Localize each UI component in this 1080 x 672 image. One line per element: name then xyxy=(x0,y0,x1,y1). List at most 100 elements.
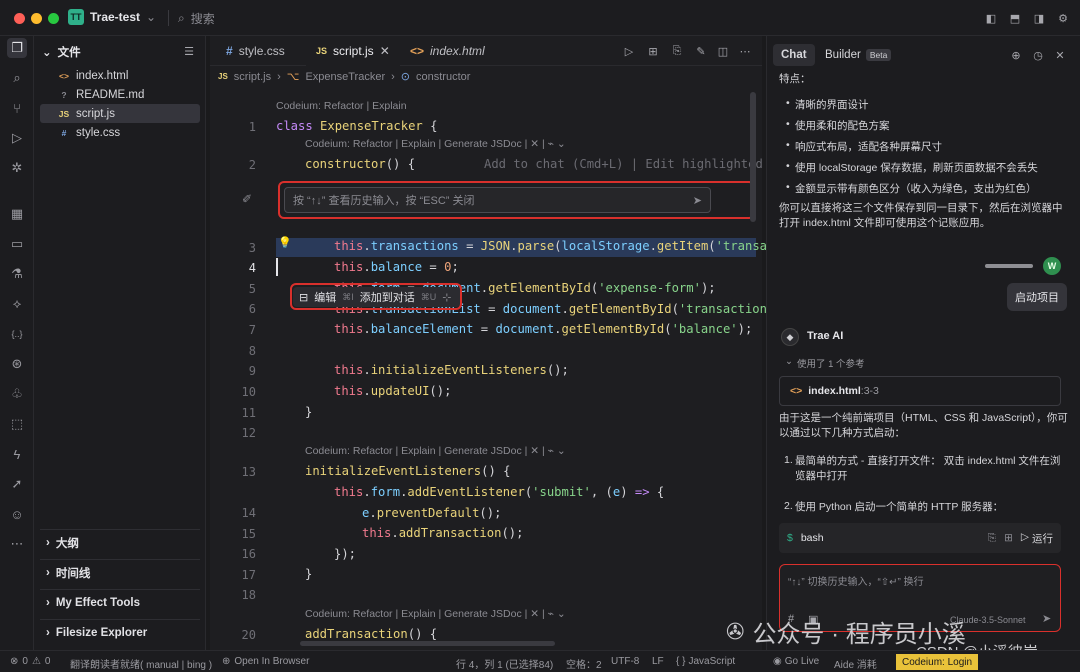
open-in-browser[interactable]: ⊕ Open In Browser xyxy=(222,656,309,667)
close-tab-icon[interactable]: ✕ xyxy=(380,44,390,58)
file-item-index-html[interactable]: <> index.html xyxy=(40,66,200,85)
outline-section[interactable]: › 大纲 xyxy=(40,529,200,555)
language-mode[interactable]: { } JavaScript xyxy=(676,656,735,667)
code-line: initializeEventListeners() { xyxy=(305,464,511,478)
settings-gear-icon[interactable]: ⚙ xyxy=(1056,11,1070,25)
testing-flask-icon[interactable]: ⚗ xyxy=(7,264,27,284)
history-icon[interactable]: ◷ xyxy=(1031,48,1045,62)
toggle-sidebar-icon[interactable]: ◧ xyxy=(984,11,998,25)
reference-card[interactable]: <> index.html:3-3 xyxy=(779,376,1061,406)
source-control-icon[interactable]: ⑂ xyxy=(7,98,27,118)
indentation[interactable]: 空格：2 xyxy=(566,656,602,671)
code-block-header: $ bash ⎘ ⊞ ▷ 运行 xyxy=(779,523,1061,553)
go-live[interactable]: ◉ Go Live xyxy=(773,656,819,667)
css-file-icon: # xyxy=(226,44,233,58)
rocket-icon[interactable]: ➚ xyxy=(7,474,27,494)
line-number: 18 xyxy=(241,588,256,602)
close-icon[interactable]: ✕ xyxy=(1053,48,1067,62)
split-editor-icon[interactable]: ◫ xyxy=(716,44,730,58)
vertical-scrollbar[interactable] xyxy=(750,92,756,222)
copy-icon[interactable]: ⎘ xyxy=(988,532,996,545)
codelens[interactable]: Codeium: Refactor | Explain xyxy=(276,100,407,112)
explorer-header[interactable]: ⌄ 文件 xyxy=(42,44,81,60)
lightbulb-icon[interactable]: 💡 xyxy=(278,236,292,249)
run-icon[interactable]: ▷ xyxy=(622,44,636,58)
line-number: 20 xyxy=(241,628,256,642)
explorer-icon[interactable]: ❐ xyxy=(7,38,27,58)
codelens[interactable]: Codeium: Refactor | Explain | Generate J… xyxy=(305,608,566,620)
code-line: this.balance = 0; xyxy=(334,260,459,274)
line-number: 6 xyxy=(248,302,256,316)
reference-file: index.html xyxy=(808,385,861,397)
chevron-right-icon: › xyxy=(46,566,50,579)
cursor-position[interactable]: 行 4，列 1 (已选择84) xyxy=(456,656,553,671)
explorer-options-icon[interactable]: ☰ xyxy=(182,44,196,58)
tab-index-html[interactable]: <> index.html xyxy=(400,36,495,66)
maximize-window-button[interactable] xyxy=(48,13,59,24)
problems-indicator[interactable]: ⊗ 0 ⚠ 0 xyxy=(10,656,50,667)
tab-chat[interactable]: Chat xyxy=(773,44,815,66)
chat-input-placeholder: “↑↓” 切换历史输入，“⇧↵” 换行 xyxy=(788,577,924,588)
global-search[interactable]: ⌕ 搜索 xyxy=(178,10,215,27)
line-number: 12 xyxy=(241,426,256,440)
tab-builder[interactable]: Builder Beta xyxy=(817,44,899,66)
codelens[interactable]: Codeium: Refactor | Explain | Generate J… xyxy=(305,138,566,150)
edit-pen-icon[interactable]: ✎ xyxy=(694,44,708,58)
inline-edit-icon: ✐ xyxy=(242,192,253,206)
line-number: 13 xyxy=(241,465,256,479)
code-line: }); xyxy=(334,547,357,561)
toggle-chat-icon[interactable]: ◨ xyxy=(1032,11,1046,25)
encoding[interactable]: UTF-8 xyxy=(611,656,639,667)
openai-icon[interactable]: ⊛ xyxy=(7,354,27,374)
json-braces-icon[interactable]: {..} xyxy=(7,324,27,344)
tab-script-js[interactable]: JS script.js ✕ xyxy=(306,36,400,66)
preview-book-icon[interactable]: ⊞ xyxy=(646,44,660,58)
eol[interactable]: LF xyxy=(652,656,664,667)
run-debug-icon[interactable]: ▷ xyxy=(7,128,27,148)
section-label: 大纲 xyxy=(55,537,79,550)
filesize-explorer-section[interactable]: › Filesize Explorer xyxy=(40,619,200,645)
horizontal-scrollbar[interactable] xyxy=(300,641,555,646)
search-icon[interactable]: ⌕ xyxy=(7,68,27,88)
aide-usage[interactable]: Aide 消耗 xyxy=(834,656,877,671)
timeline-section[interactable]: › 时间线 xyxy=(40,559,200,585)
breadcrumb: JS script.js › ⌥ ExpenseTracker › ⊙ cons… xyxy=(218,70,470,84)
close-window-button[interactable] xyxy=(14,13,25,24)
send-icon[interactable]: ➤ xyxy=(1042,612,1051,625)
globe-icon: ⊕ xyxy=(222,656,231,667)
file-item-readme[interactable]: ? README.md xyxy=(40,85,200,104)
effect-tools-section[interactable]: › My Effect Tools xyxy=(40,589,200,615)
run-button[interactable]: ▷ 运行 xyxy=(1021,531,1053,546)
tree-icon[interactable]: ♧ xyxy=(7,384,27,404)
new-chat-icon[interactable]: ⊕ xyxy=(1009,48,1023,62)
codeium-login[interactable]: Codeium: Login xyxy=(896,654,979,670)
breadcrumb-file[interactable]: script.js xyxy=(234,71,271,83)
insert-icon[interactable]: ⊞ xyxy=(1004,532,1013,544)
run-label: 运行 xyxy=(1032,532,1053,545)
reader-status[interactable]: 翻译朗读者就绪( manual | bing ) xyxy=(70,656,212,671)
more-actions-icon[interactable]: ⋯ xyxy=(738,44,752,58)
tab-style-css[interactable]: # style.css xyxy=(216,36,295,66)
robot-icon[interactable]: ☺ xyxy=(7,504,27,524)
divider xyxy=(168,10,169,26)
extensions-icon[interactable]: ▦ xyxy=(7,204,27,224)
compare-file-icon[interactable]: ⎘ xyxy=(670,44,684,58)
code-line: this.form.addEventListener('submit', (e)… xyxy=(334,485,665,499)
more-icon[interactable]: ⋯ xyxy=(7,534,27,554)
minimize-window-button[interactable] xyxy=(31,13,42,24)
info-file-icon: ? xyxy=(61,89,67,100)
bug-icon[interactable]: ✲ xyxy=(7,158,27,178)
package-icon[interactable]: ⬚ xyxy=(7,414,27,434)
remote-icon[interactable]: ▭ xyxy=(7,234,27,254)
file-item-script-js[interactable]: JS script.js xyxy=(40,104,200,123)
lightning-icon[interactable]: ϟ xyxy=(7,444,27,464)
file-item-style-css[interactable]: # style.css xyxy=(40,123,200,142)
pipeline-icon[interactable]: ⟡ xyxy=(7,294,27,314)
breadcrumb-method[interactable]: constructor xyxy=(416,71,470,83)
toggle-panel-icon[interactable]: ⬒ xyxy=(1008,11,1022,25)
breadcrumb-class[interactable]: ExpenseTracker xyxy=(305,71,385,83)
codelens[interactable]: Codeium: Refactor | Explain | Generate J… xyxy=(305,445,566,457)
project-switcher[interactable]: TT Trae-test ⌄ xyxy=(68,9,156,25)
references-toggle[interactable]: ⌄ 使用了 1 个参考 xyxy=(785,356,865,370)
code-line: this.balanceElement = document.getElemen… xyxy=(334,322,753,336)
